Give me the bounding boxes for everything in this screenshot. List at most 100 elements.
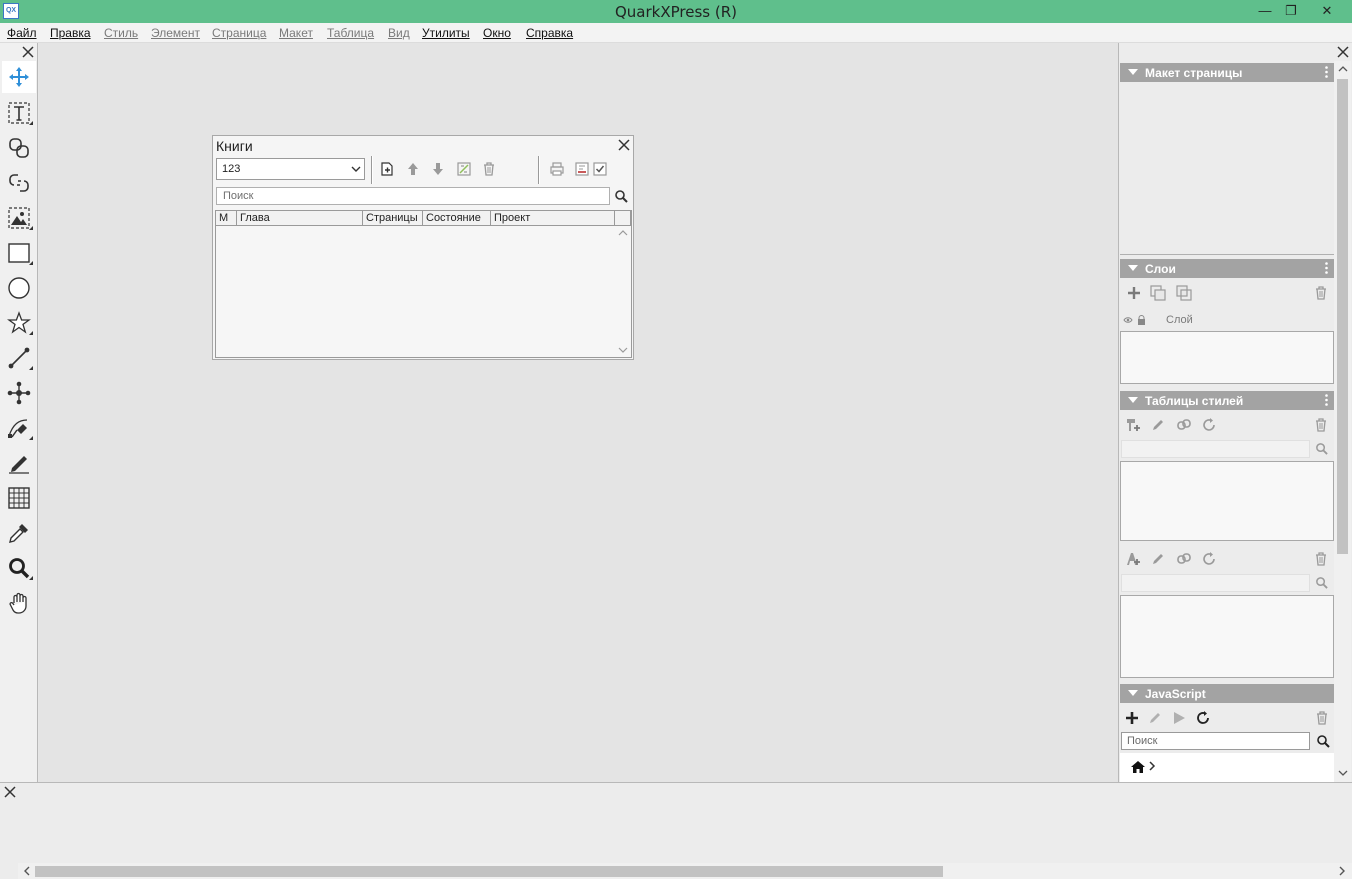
scroll-left-icon[interactable] (21, 865, 33, 877)
maximize-button[interactable]: ❐ (1276, 0, 1306, 23)
menu-file[interactable]: Файл (7, 26, 37, 40)
scroll-right-icon[interactable] (1336, 865, 1348, 877)
character-styles-search-input[interactable] (1121, 574, 1310, 592)
edit-style-icon[interactable] (1150, 417, 1166, 433)
oval-box-tool[interactable] (2, 272, 36, 304)
menu-style[interactable]: Стиль (104, 26, 138, 40)
home-icon[interactable] (1131, 761, 1145, 773)
style-sheets-panel-header[interactable]: Таблицы стилей (1120, 391, 1334, 410)
freehand-tool[interactable] (2, 447, 36, 479)
search-icon[interactable] (1315, 442, 1328, 455)
collapse-triangle-icon[interactable] (1128, 397, 1138, 403)
text-content-tool[interactable] (2, 97, 36, 129)
collapse-triangle-icon[interactable] (1128, 69, 1138, 75)
close-button[interactable]: ✕ (1304, 0, 1350, 23)
pan-tool[interactable] (2, 587, 36, 619)
edit-script-icon[interactable] (1147, 710, 1163, 726)
table-tool[interactable] (2, 482, 36, 514)
synchronize-book-button[interactable] (455, 160, 473, 178)
javascript-search-input[interactable]: Поиск (1121, 732, 1310, 750)
scrollbar-thumb[interactable] (1337, 79, 1348, 554)
books-search-input[interactable]: Поиск (216, 187, 610, 205)
collect-for-output-button[interactable] (591, 160, 609, 178)
duplicate-layer-icon[interactable] (1150, 285, 1166, 301)
close-icon[interactable] (22, 46, 34, 58)
run-script-icon[interactable] (1171, 710, 1187, 726)
zoom-tool[interactable] (2, 552, 36, 584)
menu-layout[interactable]: Макет (279, 26, 313, 40)
point-tool[interactable] (2, 377, 36, 409)
duplicate-style-icon[interactable] (1176, 417, 1192, 433)
new-paragraph-style-icon[interactable] (1125, 417, 1141, 433)
line-tool[interactable] (2, 342, 36, 374)
column-header-chapter[interactable]: Глава (237, 211, 363, 226)
menu-table[interactable]: Таблица (327, 26, 374, 40)
print-chapters-button[interactable] (548, 160, 566, 178)
paragraph-styles-list[interactable] (1120, 461, 1334, 541)
panel-menu-icon[interactable] (1325, 262, 1328, 274)
javascript-tree-area[interactable] (1120, 753, 1334, 782)
edit-style-icon[interactable] (1150, 551, 1166, 567)
trash-icon[interactable] (1313, 417, 1329, 433)
remove-chapter-button[interactable] (480, 160, 498, 178)
move-tool[interactable] (2, 61, 36, 93)
trash-icon[interactable] (1313, 551, 1329, 567)
column-header-m[interactable]: M (216, 211, 237, 226)
menu-help[interactable]: Справка (526, 26, 573, 40)
trash-icon[interactable] (1314, 710, 1330, 726)
bezier-pen-tool[interactable] (2, 412, 36, 444)
panel-menu-icon[interactable] (1325, 66, 1328, 78)
new-character-style-icon[interactable] (1125, 551, 1141, 567)
scroll-up-icon[interactable] (618, 229, 628, 237)
collapse-triangle-icon[interactable] (1128, 690, 1138, 696)
move-chapter-down-button[interactable] (429, 160, 447, 178)
menu-page[interactable]: Страница (212, 26, 266, 40)
scroll-down-icon[interactable] (618, 346, 628, 354)
search-icon[interactable] (1316, 734, 1330, 748)
list-vertical-scrollbar[interactable] (615, 226, 631, 357)
layers-panel-header[interactable]: Слои (1120, 259, 1334, 278)
add-chapter-button[interactable] (378, 160, 396, 178)
search-icon[interactable] (1315, 576, 1328, 589)
paragraph-styles-search-input[interactable] (1121, 440, 1310, 458)
column-header-status[interactable]: Состояние (423, 211, 491, 226)
layers-list[interactable] (1120, 331, 1334, 384)
add-script-icon[interactable] (1124, 710, 1140, 726)
rectangle-box-tool[interactable] (2, 237, 36, 269)
trash-icon[interactable] (1313, 285, 1329, 301)
page-layout-panel-header[interactable]: Макет страницы (1120, 63, 1334, 82)
scroll-down-icon[interactable] (1338, 769, 1348, 777)
refresh-icon[interactable] (1201, 551, 1217, 567)
menu-edit[interactable]: Правка (50, 26, 91, 40)
book-select[interactable]: 123 (216, 158, 365, 180)
menu-utilities[interactable]: Утилиты (422, 26, 470, 40)
close-icon[interactable] (4, 786, 16, 798)
panel-menu-icon[interactable] (1325, 394, 1328, 406)
duplicate-style-icon[interactable] (1176, 551, 1192, 567)
refresh-icon[interactable] (1195, 710, 1211, 726)
export-pdf-button[interactable] (573, 160, 591, 178)
close-icon[interactable] (1337, 46, 1349, 58)
collapse-triangle-icon[interactable] (1128, 265, 1138, 271)
picture-content-tool[interactable] (2, 202, 36, 234)
javascript-panel-header[interactable]: JavaScript (1120, 684, 1334, 703)
menu-view[interactable]: Вид (388, 26, 410, 40)
refresh-icon[interactable] (1201, 417, 1217, 433)
menu-window[interactable]: Окно (483, 26, 511, 40)
text-linking-tool[interactable] (2, 132, 36, 164)
move-chapter-up-button[interactable] (404, 160, 422, 178)
horizontal-scrollbar[interactable] (18, 863, 1352, 879)
search-icon[interactable] (614, 189, 628, 203)
column-header-project[interactable]: Проект (491, 211, 615, 226)
eyedropper-tool[interactable] (2, 517, 36, 549)
menu-item[interactable]: Элемент (151, 26, 200, 40)
chapters-list[interactable]: M Глава Страницы Состояние Проект (215, 210, 632, 358)
scroll-up-icon[interactable] (1338, 65, 1348, 73)
palettes-vertical-scrollbar[interactable] (1334, 61, 1351, 782)
new-layer-icon[interactable] (1126, 285, 1142, 301)
page-layout-panel-body[interactable] (1120, 82, 1334, 255)
column-header-pages[interactable]: Страницы (363, 211, 423, 226)
close-icon[interactable] (618, 139, 630, 151)
merge-layers-icon[interactable] (1176, 285, 1192, 301)
scrollbar-thumb[interactable] (35, 866, 943, 877)
